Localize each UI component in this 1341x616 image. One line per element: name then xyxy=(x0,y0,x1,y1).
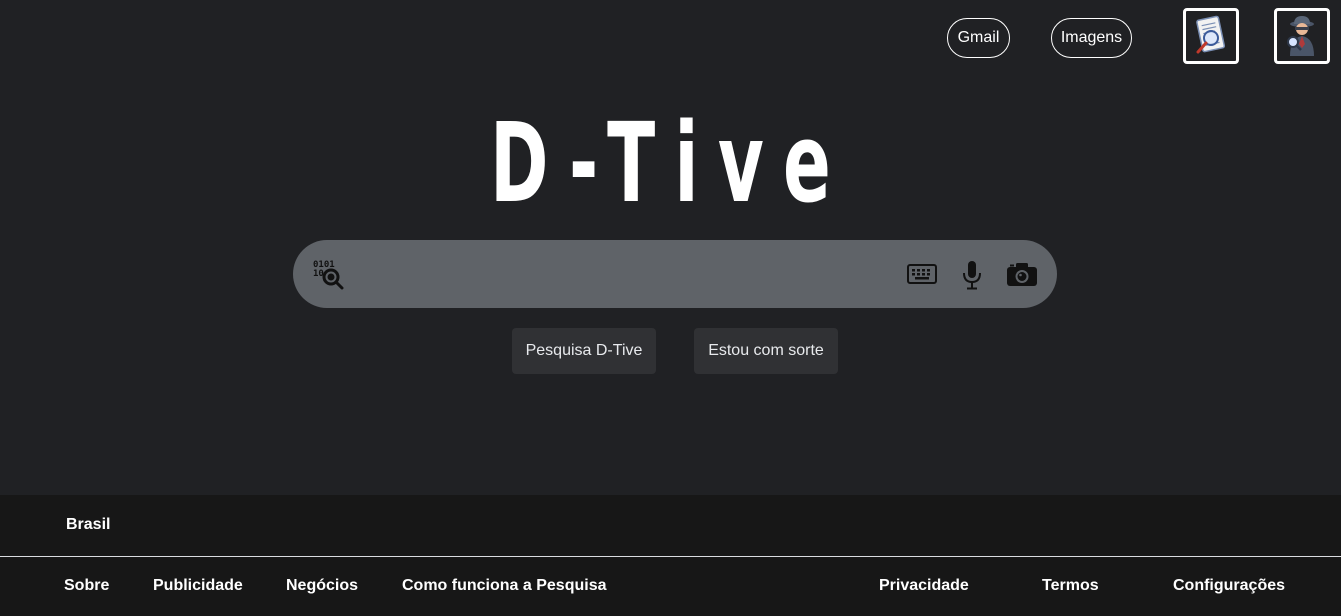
footer-link-advertising[interactable]: Publicidade xyxy=(153,577,243,595)
camera-icon[interactable] xyxy=(1006,261,1038,287)
footer-link-how-search-works[interactable]: Como funciona a Pesquisa xyxy=(402,577,606,595)
svg-text:10: 10 xyxy=(313,269,324,279)
document-magnifier-icon xyxy=(1196,15,1226,54)
search-input[interactable] xyxy=(355,254,885,294)
search-button[interactable]: Pesquisa D-Tive xyxy=(512,328,656,374)
footer-link-privacy[interactable]: Privacidade xyxy=(879,577,969,595)
lucky-button-label: Estou com sorte xyxy=(708,342,824,359)
search-button-label: Pesquisa D-Tive xyxy=(525,342,643,359)
keyboard-icon[interactable] xyxy=(907,264,937,284)
footer-link-terms[interactable]: Termos xyxy=(1042,577,1099,595)
document-search-button[interactable] xyxy=(1183,8,1239,64)
images-label: Imagens xyxy=(1060,29,1123,46)
images-link[interactable]: Imagens xyxy=(1051,18,1132,58)
gmail-link[interactable]: Gmail xyxy=(947,18,1010,58)
detective-avatar-icon xyxy=(1287,16,1314,56)
search-bar[interactable]: 0101 10 xyxy=(293,240,1057,308)
footer-link-about[interactable]: Sobre xyxy=(64,577,109,595)
footer-divider xyxy=(0,556,1341,557)
footer: Brasil Sobre Publicidade Negócios Como f… xyxy=(0,495,1341,616)
d-tive-logo: D-Tive xyxy=(490,108,850,210)
microphone-icon[interactable] xyxy=(961,260,983,290)
gmail-label: Gmail xyxy=(957,29,1000,46)
binary-search-icon: 0101 10 xyxy=(313,260,344,290)
footer-link-settings[interactable]: Configurações xyxy=(1173,577,1285,595)
profile-button[interactable] xyxy=(1274,8,1330,64)
footer-country: Brasil xyxy=(66,516,111,533)
logo-text: D-Tive xyxy=(490,108,850,210)
lucky-button[interactable]: Estou com sorte xyxy=(694,328,838,374)
footer-link-business[interactable]: Negócios xyxy=(286,577,358,595)
